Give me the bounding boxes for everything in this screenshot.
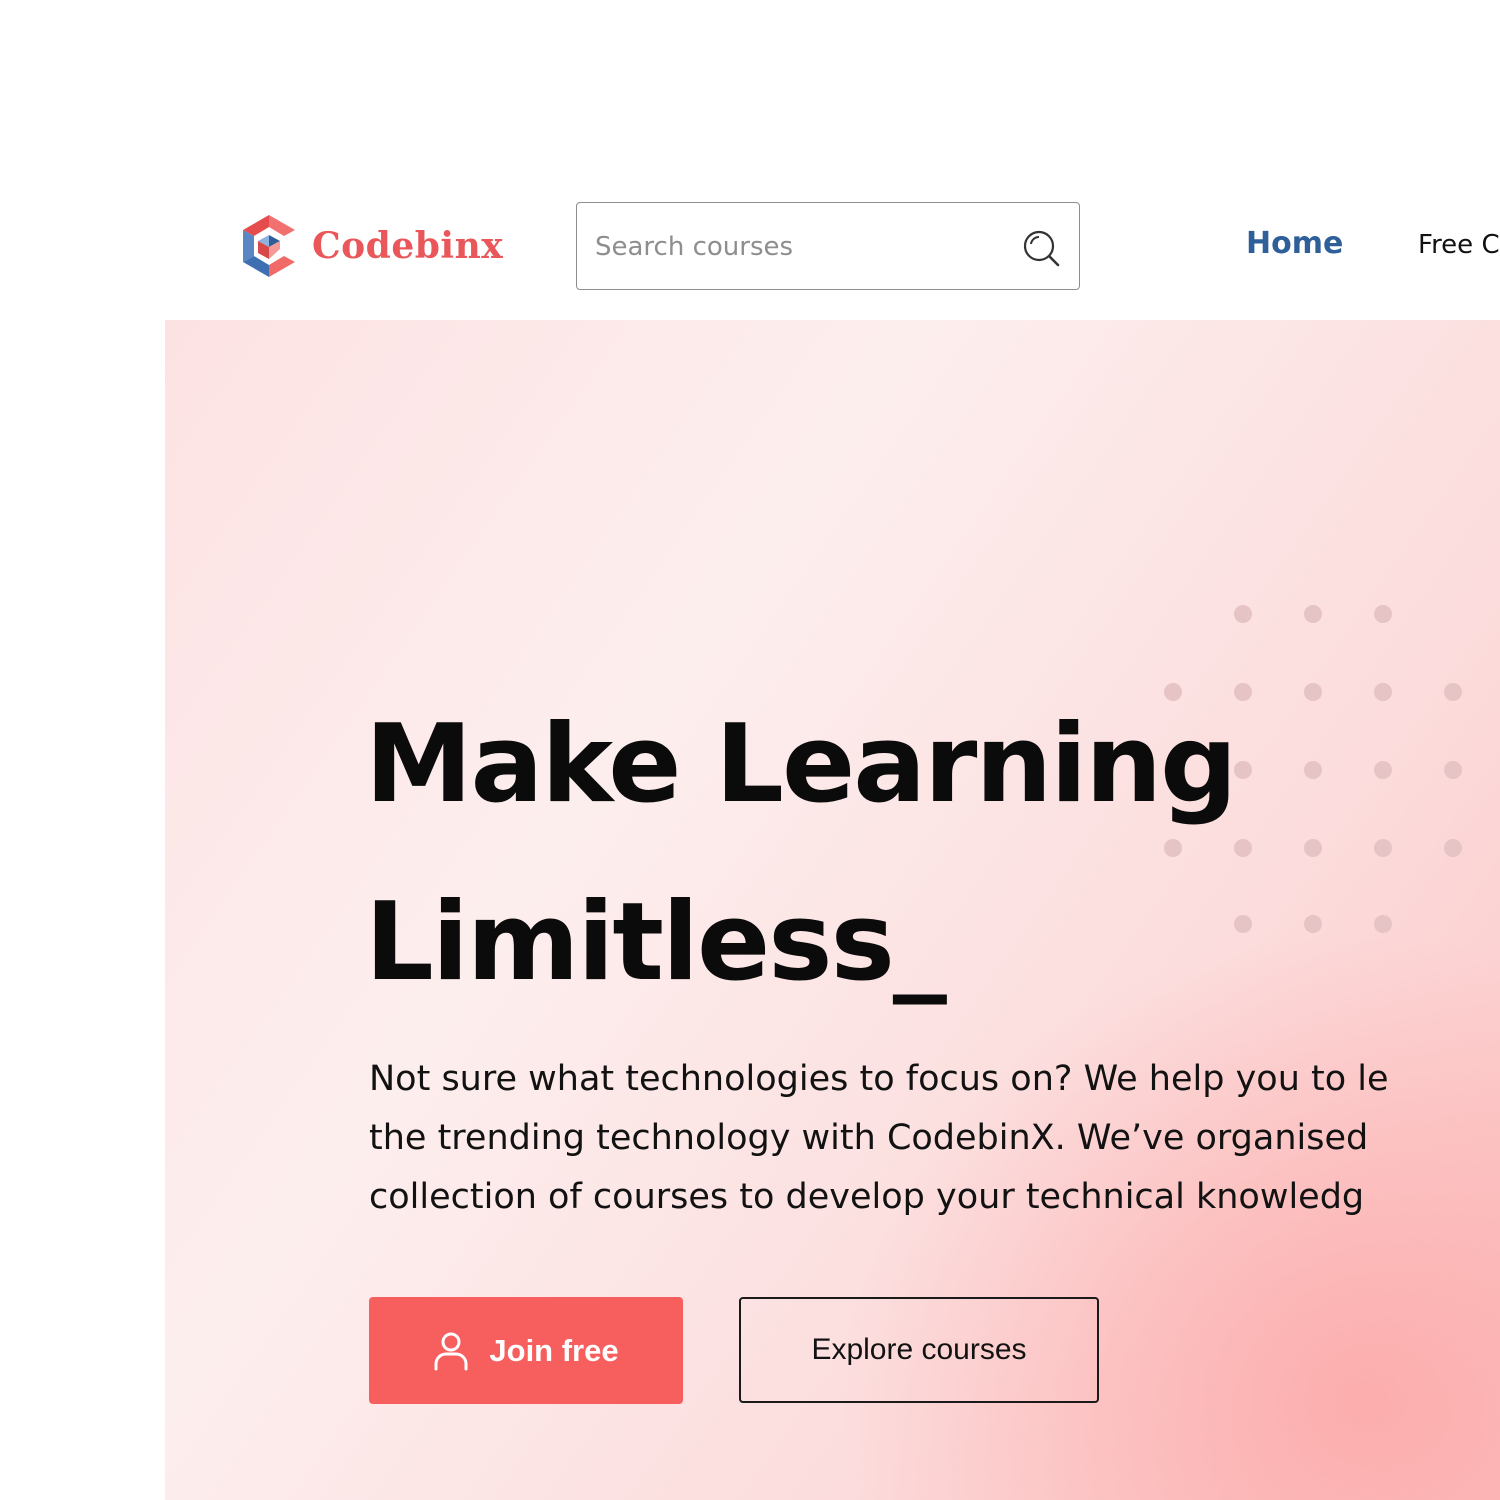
hero-description-line: the trending technology with CodebinX. W… <box>369 1118 1369 1158</box>
decorative-dot <box>1234 683 1252 701</box>
nav-link-home[interactable]: Home <box>1246 226 1343 261</box>
logo[interactable]: Codebinx <box>240 212 510 280</box>
decorative-dot <box>1234 915 1252 933</box>
explore-courses-button[interactable]: Explore courses <box>739 1297 1099 1403</box>
decorative-dot <box>1374 605 1392 623</box>
codebinx-logo-icon <box>243 215 295 277</box>
hero-description-line: collection of courses to develop your te… <box>369 1177 1365 1217</box>
decorative-dot <box>1234 839 1252 857</box>
hero-title-line-2: Limitless_ <box>365 880 947 1005</box>
search-icon[interactable] <box>1021 228 1061 268</box>
decorative-dot <box>1374 839 1392 857</box>
logo-text: Codebinx <box>312 225 504 267</box>
decorative-dot <box>1444 683 1462 701</box>
decorative-dot <box>1374 761 1392 779</box>
decorative-dot <box>1234 761 1252 779</box>
search-box <box>576 202 1080 291</box>
nav-link-free-courses[interactable]: Free C <box>1418 230 1500 260</box>
hero-section: Make Learning Limitless_ Not sure what t… <box>165 320 1500 1500</box>
decorative-dot <box>1304 915 1322 933</box>
decorative-dot <box>1304 761 1322 779</box>
search-input[interactable] <box>593 203 1017 291</box>
hero-title-line-1: Make Learning <box>365 702 1237 827</box>
decorative-dot <box>1304 683 1322 701</box>
decorative-dot <box>1444 839 1462 857</box>
site-header: Codebinx Home Free C <box>0 0 1500 320</box>
join-free-button[interactable]: Join free <box>369 1297 683 1404</box>
hero-description: Not sure what technologies to focus on? … <box>369 1050 1500 1227</box>
decorative-dot <box>1374 683 1392 701</box>
user-icon <box>434 1332 468 1370</box>
decorative-dot <box>1164 683 1182 701</box>
decorative-dot <box>1374 915 1392 933</box>
hero-description-line: Not sure what technologies to focus on? … <box>369 1059 1389 1099</box>
decorative-dot <box>1164 839 1182 857</box>
join-free-label: Join free <box>489 1332 619 1368</box>
decorative-dot <box>1234 605 1252 623</box>
decorative-dot <box>1304 839 1322 857</box>
decorative-dot <box>1444 761 1462 779</box>
decorative-dot <box>1304 605 1322 623</box>
